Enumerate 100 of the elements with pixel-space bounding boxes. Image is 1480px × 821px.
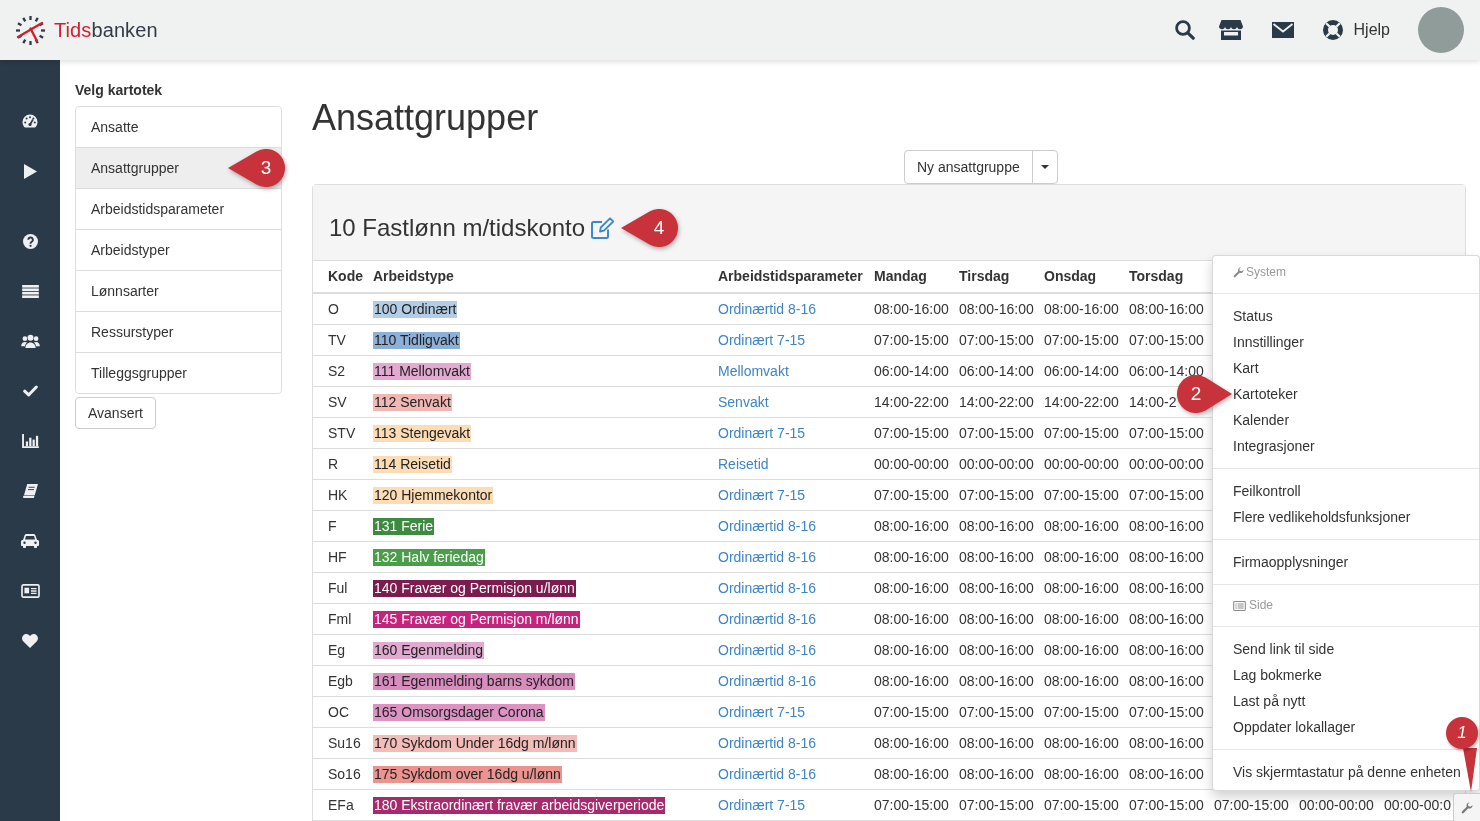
shift-code: EFa	[328, 796, 354, 813]
column-header: Kode	[328, 268, 363, 284]
dropdown-toggle-button[interactable]	[1031, 150, 1058, 184]
parameter-link[interactable]: Ordinært 7-15	[718, 486, 806, 503]
time-range: 07:00-15:00	[959, 796, 1034, 813]
tools-button[interactable]	[1453, 793, 1480, 821]
time-range: 08:00-16:00	[1129, 672, 1204, 689]
menu-item[interactable]: Feilkontroll	[1233, 482, 1301, 500]
time-range: 08:00-16:00	[1044, 300, 1119, 317]
time-range: 00:00-00:00	[959, 455, 1034, 472]
work-type-tag: 145 Fravær og Permisjon m/lønn	[373, 610, 580, 628]
users-icon[interactable]	[20, 334, 40, 348]
advanced-button[interactable]: Avansert	[75, 397, 156, 429]
time-range: 07:00-15:00	[1044, 331, 1119, 348]
column-header: Arbeidstidsparameter	[718, 268, 863, 284]
parameter-link[interactable]: Ordinærtid 8-16	[718, 672, 817, 689]
time-range: 14:00-22:00	[1044, 393, 1119, 410]
gauge-icon[interactable]	[22, 114, 38, 128]
list-icon[interactable]	[21, 284, 39, 298]
shift-code: SV	[328, 393, 347, 410]
help-icon[interactable]	[22, 233, 38, 249]
time-range: 08:00-16:00	[1044, 672, 1119, 689]
parameter-link[interactable]: Ordinærtid 8-16	[718, 610, 817, 627]
parameter-link[interactable]: Ordinærtid 8-16	[718, 300, 817, 317]
menu-item[interactable]: Lag bokmerke	[1233, 666, 1322, 684]
time-range: 07:00-15:00	[1129, 703, 1204, 720]
menu-item[interactable]: Last på nytt	[1233, 692, 1306, 710]
search-icon[interactable]	[1174, 20, 1195, 40]
time-range: 08:00-16:00	[959, 300, 1034, 317]
shift-code: TV	[328, 331, 346, 348]
heart-icon[interactable]	[22, 634, 38, 648]
menu-item[interactable]: Kartoteker	[1233, 385, 1298, 403]
time-range: 08:00-16:00	[1044, 517, 1119, 534]
book-icon[interactable]	[22, 484, 38, 498]
menu-item[interactable]: Integrasjoner	[1233, 437, 1315, 455]
menu-item[interactable]: Kart	[1233, 359, 1259, 377]
time-range: 07:00-15:00	[959, 703, 1034, 720]
time-range: 06:00-14:00	[874, 362, 949, 379]
mail-icon[interactable]	[1271, 22, 1294, 38]
id-card-icon[interactable]	[20, 584, 40, 598]
time-range: 06:00-14:00	[959, 362, 1034, 379]
shift-code: OC	[328, 703, 349, 720]
parameter-link[interactable]: Senvakt	[718, 393, 769, 410]
clock-logo-icon[interactable]	[15, 14, 46, 46]
parameter-link[interactable]: Mellomvakt	[718, 362, 789, 379]
work-type-tag: 120 Hjemmekontor	[373, 486, 494, 504]
parameter-link[interactable]: Ordinært 7-15	[718, 796, 806, 813]
parameter-link[interactable]: Ordinærtid 8-16	[718, 734, 817, 751]
brand-name[interactable]: Tidsbanken	[54, 18, 158, 42]
time-range: 07:00-15:00	[1044, 703, 1119, 720]
menu-item[interactable]: Kalender	[1233, 411, 1290, 429]
menu-item[interactable]: Vis skjermtastatur på denne enheten	[1233, 763, 1461, 781]
parameter-link[interactable]: Ordinærtid 8-16	[718, 765, 817, 782]
shift-code: HF	[328, 548, 347, 565]
help-link[interactable]: Hjelp	[1322, 20, 1390, 40]
store-icon[interactable]	[1218, 20, 1243, 40]
time-range: 08:00-16:00	[874, 300, 949, 317]
time-range: 00:00-00:0	[1384, 796, 1451, 813]
parameter-link[interactable]: Ordinærtid 8-16	[718, 548, 817, 565]
parameter-link[interactable]: Ordinært 7-15	[718, 424, 806, 441]
shift-code: HK	[328, 486, 348, 503]
time-range: 08:00-16:00	[1044, 734, 1119, 751]
menu-item[interactable]: Firmaopplysninger	[1233, 553, 1349, 571]
time-range: 07:00-15:00	[874, 424, 949, 441]
parameter-link[interactable]: Ordinærtid 8-16	[718, 641, 817, 658]
bar-chart-icon[interactable]	[21, 434, 39, 448]
parameter-link[interactable]: Ordinært 7-15	[718, 703, 806, 720]
menu-item[interactable]: Send link til side	[1233, 640, 1335, 658]
time-range: 08:00-16:00	[1129, 641, 1204, 658]
time-range: 07:00-15:00	[1044, 424, 1119, 441]
car-icon[interactable]	[21, 534, 39, 548]
time-range: 07:00-15:00	[1129, 796, 1204, 813]
check-icon[interactable]	[22, 385, 38, 397]
shift-code: S2	[328, 362, 346, 379]
menu-item[interactable]: Innstillinger	[1233, 333, 1304, 351]
step-callout: 3	[228, 148, 286, 188]
play-icon[interactable]	[23, 163, 37, 179]
work-type-tag: 161 Egenmelding barns sykdom	[373, 672, 575, 690]
time-range: 08:00-16:00	[959, 610, 1034, 627]
menu-item[interactable]: Flere vedlikeholdsfunksjoner	[1233, 508, 1411, 526]
work-type-tag: 114 Reisetid	[373, 455, 452, 473]
time-range: 08:00-16:00	[874, 672, 949, 689]
time-range: 08:00-16:00	[1129, 517, 1204, 534]
time-range: 08:00-16:00	[1044, 765, 1119, 782]
parameter-link[interactable]: Reisetid	[718, 455, 769, 472]
parameter-link[interactable]: Ordinærtid 8-16	[718, 517, 817, 534]
new-group-button[interactable]: Ny ansattgruppe	[904, 150, 1033, 184]
time-range: 07:00-15:00	[874, 703, 949, 720]
work-type-tag: 112 Senvakt	[373, 393, 452, 411]
time-range: 07:00-15:00	[874, 796, 949, 813]
time-range: 08:00-16:00	[874, 548, 949, 565]
parameter-link[interactable]: Ordinærtid 8-16	[718, 579, 817, 596]
parameter-link[interactable]: Ordinært 7-15	[718, 331, 806, 348]
shift-code: F	[328, 517, 337, 534]
time-range: 08:00-16:00	[1129, 579, 1204, 596]
menu-item[interactable]: Status	[1233, 307, 1273, 325]
menu-item[interactable]: Oppdater lokallager	[1233, 718, 1356, 736]
time-range: 08:00-16:00	[959, 641, 1034, 658]
shift-code: Su16	[328, 734, 361, 751]
edit-icon[interactable]	[591, 217, 616, 239]
